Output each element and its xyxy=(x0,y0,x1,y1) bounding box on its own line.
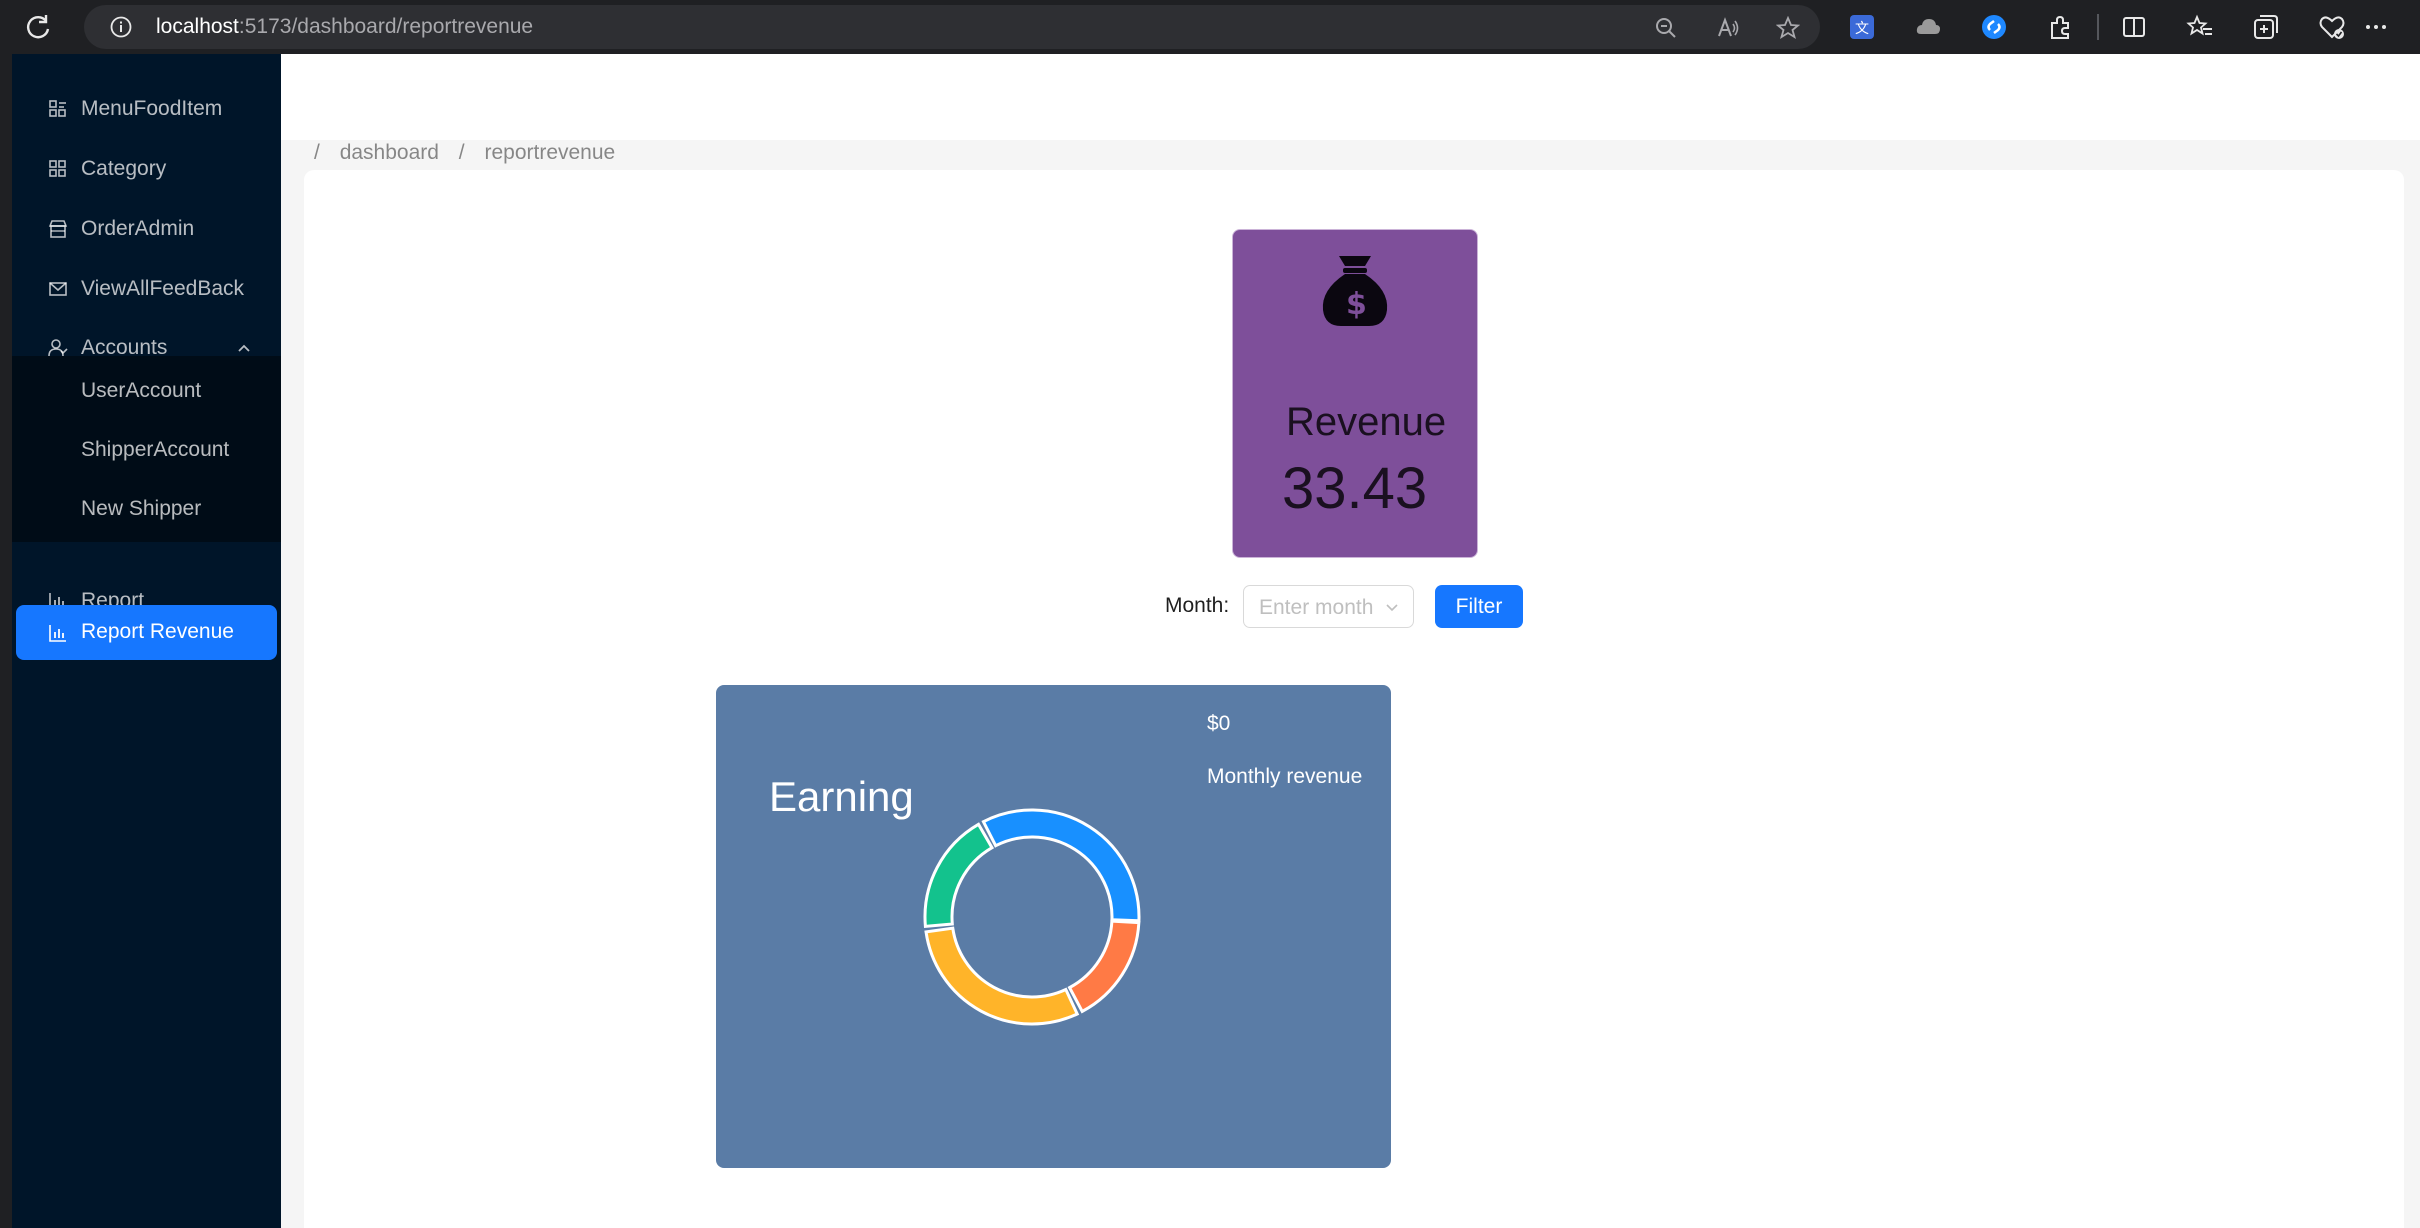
cloud-extension-icon[interactable] xyxy=(1914,13,1942,41)
translate-extension-icon[interactable]: 文 xyxy=(1848,13,1876,41)
read-aloud-icon[interactable] xyxy=(1716,16,1740,40)
earning-card: Earning $0 Monthly revenue xyxy=(716,685,1391,1168)
sidebar: MenuFoodItem Category OrderAdmin ViewAll… xyxy=(12,54,281,1228)
earning-amount: $0 xyxy=(1207,712,1231,735)
url-text[interactable]: localhost:5173/dashboard/reportrevenue xyxy=(156,15,533,39)
sidebar-item-label: New Shipper xyxy=(81,497,202,520)
chevron-down-icon xyxy=(1386,604,1398,612)
menu-grid-icon xyxy=(49,100,66,117)
breadcrumb-item-current: reportrevenue xyxy=(484,141,616,164)
month-select-placeholder: Enter month xyxy=(1259,596,1374,619)
sidebar-item-label: OrderAdmin xyxy=(81,217,195,240)
revenue-card: $ Revenue 33.43 xyxy=(1232,229,1478,558)
window-edge xyxy=(0,54,12,1228)
sidebar-item-label: UserAccount xyxy=(81,379,202,402)
sidebar-item-label: ViewAllFeedBack xyxy=(81,277,245,300)
shop-icon xyxy=(48,220,68,238)
shazam-extension-icon[interactable] xyxy=(1980,13,2008,41)
users-icon xyxy=(48,339,68,357)
sidebar-item-label: ShipperAccount xyxy=(81,438,230,461)
breadcrumb: / dashboard / reportrevenue xyxy=(314,141,629,165)
sidebar-item-category[interactable]: Category xyxy=(12,139,281,199)
revenue-title: Revenue xyxy=(1286,400,1447,444)
sidebar-item-orderadmin[interactable]: OrderAdmin xyxy=(12,199,281,259)
extensions-puzzle-icon[interactable] xyxy=(2046,13,2074,41)
zoom-icon[interactable] xyxy=(1654,16,1678,40)
svg-text:$: $ xyxy=(1346,287,1367,322)
collections-icon[interactable] xyxy=(2252,13,2280,41)
toolbar-divider xyxy=(2097,14,2099,40)
mail-icon xyxy=(49,282,67,296)
split-screen-icon[interactable] xyxy=(2120,13,2148,41)
donut-segment xyxy=(1067,919,1141,1014)
sidebar-item-menufooditem[interactable]: MenuFoodItem xyxy=(12,79,281,139)
browser-toolbar: localhost:5173/dashboard/reportrevenue 文 xyxy=(0,0,2420,54)
month-select[interactable]: Enter month xyxy=(1243,585,1414,628)
filter-button[interactable]: Filter xyxy=(1435,585,1523,628)
month-label: Month: xyxy=(1165,594,1230,617)
browser-essentials-icon[interactable] xyxy=(2318,13,2346,41)
money-bag-icon: $ xyxy=(1322,256,1388,326)
header xyxy=(281,54,2420,140)
accounts-submenu: UserAccount ShipperAccount New Shipper xyxy=(12,356,281,542)
sidebar-item-new-shipper[interactable]: New Shipper xyxy=(12,480,281,538)
sidebar-item-useraccount[interactable]: UserAccount xyxy=(12,362,281,420)
sidebar-item-label: Category xyxy=(81,157,167,180)
grid-icon xyxy=(49,160,66,177)
site-info-icon[interactable] xyxy=(110,16,132,38)
breadcrumb-separator: / xyxy=(458,141,465,164)
favorites-icon[interactable] xyxy=(2186,13,2214,41)
sidebar-item-viewallfeedback[interactable]: ViewAllFeedBack xyxy=(12,259,281,319)
breadcrumb-item-dashboard[interactable]: dashboard xyxy=(340,141,439,165)
breadcrumb-separator: / xyxy=(314,141,320,164)
donut-segment xyxy=(924,926,1080,1026)
reload-icon[interactable] xyxy=(22,11,54,43)
sidebar-item-shipperaccount[interactable]: ShipperAccount xyxy=(12,421,281,479)
earning-donut-chart xyxy=(923,808,1141,1026)
earning-title: Earning xyxy=(769,773,914,820)
donut-segment xyxy=(923,822,995,928)
chevron-up-icon[interactable] xyxy=(236,340,252,356)
more-menu-icon[interactable] xyxy=(2362,13,2390,41)
svg-text:文: 文 xyxy=(1855,21,1869,37)
monthly-revenue-label: Monthly revenue xyxy=(1207,765,1363,788)
favorite-star-icon[interactable] xyxy=(1776,16,1800,40)
revenue-value: 33.43 xyxy=(1282,456,1428,521)
bar-chart-icon xyxy=(49,625,66,642)
sidebar-item-report-revenue[interactable]: Report Revenue xyxy=(16,605,277,660)
sidebar-item-label: Report Revenue xyxy=(81,620,234,643)
sidebar-item-label: MenuFoodItem xyxy=(81,97,223,120)
address-bar[interactable]: localhost:5173/dashboard/reportrevenue xyxy=(84,5,1820,49)
donut-segment xyxy=(981,808,1141,923)
